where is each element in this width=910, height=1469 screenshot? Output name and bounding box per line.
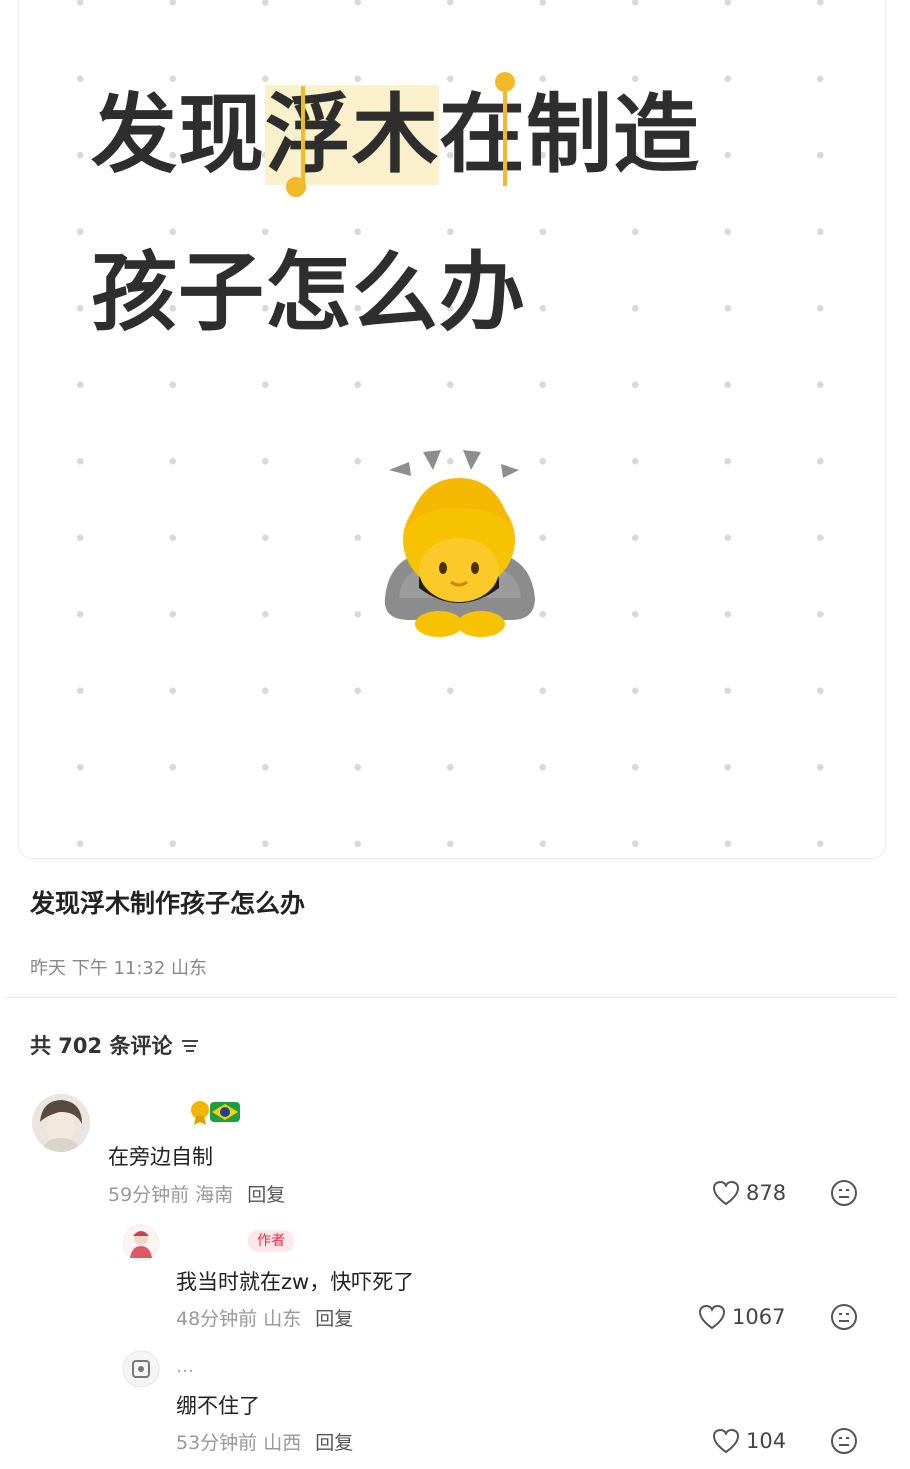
reply-button[interactable]: 回复 [315, 1308, 353, 1330]
heart-icon [698, 1304, 726, 1330]
dislike-face-icon[interactable] [830, 1303, 858, 1331]
username-partial[interactable]: … [176, 1356, 194, 1377]
comment-text: 在旁边自制 [108, 1145, 213, 1169]
brazil-flag-icon [210, 1102, 240, 1122]
author-badge: 作者 [248, 1230, 294, 1252]
reply-meta: 48分钟前 山东 回复 [176, 1308, 354, 1330]
text-selection-highlight: 浮木 [265, 85, 439, 185]
post-title: 发现浮木制作孩子怎么办 [30, 889, 306, 918]
user-badges [191, 1101, 240, 1125]
selection-end-handle[interactable] [495, 72, 515, 92]
username-redacted[interactable] [176, 1230, 232, 1252]
note-image[interactable]: 发现浮木在制造 孩子怎么办 [18, 0, 886, 859]
reply-button[interactable]: 回复 [315, 1432, 353, 1454]
like-count: 878 [746, 1181, 787, 1205]
username-redacted[interactable] [108, 1102, 168, 1124]
reply-button[interactable]: 回复 [247, 1184, 285, 1206]
like-count: 1067 [732, 1305, 786, 1329]
heart-icon [712, 1180, 740, 1206]
image-headline-line2: 孩子怎么办 [91, 243, 526, 343]
like-button[interactable]: 878 [712, 1180, 786, 1206]
image-headline-line1: 发现浮木在制造 [91, 85, 700, 185]
reply-text: 绷不住了 [176, 1394, 260, 1418]
selection-start-handle[interactable] [286, 177, 306, 197]
reply-text: 我当时就在zw，快吓死了 [176, 1270, 415, 1294]
avatar[interactable] [122, 1350, 160, 1388]
selection-end-handle-bar[interactable] [503, 86, 507, 186]
divider [4, 997, 898, 998]
comment-meta: 59分钟前 海南 回复 [108, 1184, 286, 1206]
post-meta: 昨天 下午 11:32 山东 [30, 958, 208, 979]
like-count: 104 [746, 1429, 787, 1453]
filter-icon[interactable] [180, 1038, 200, 1054]
like-button[interactable]: 104 [712, 1428, 786, 1454]
selection-start-handle-bar[interactable] [301, 86, 305, 186]
reply-meta: 53分钟前 山西 回复 [176, 1432, 354, 1454]
avatar[interactable] [122, 1224, 160, 1262]
dislike-face-icon[interactable] [830, 1427, 858, 1455]
dislike-face-icon[interactable] [830, 1179, 858, 1207]
avatar[interactable] [32, 1094, 90, 1152]
heart-icon [712, 1428, 740, 1454]
like-button[interactable]: 1067 [698, 1304, 785, 1330]
person-bowing-emoji [359, 448, 559, 644]
medal-icon [191, 1101, 209, 1125]
comment-count: 共 702 条评论 [30, 1034, 173, 1058]
